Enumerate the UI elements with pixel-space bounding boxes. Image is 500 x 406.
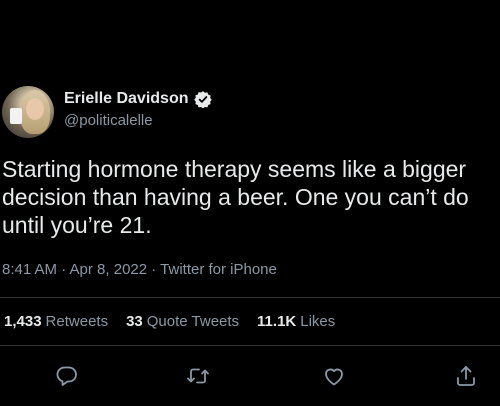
divider [0, 297, 500, 298]
likes-label: Likes [300, 313, 336, 330]
retweet-icon [187, 368, 209, 384]
quotes-count: 33 [126, 313, 143, 330]
author-name[interactable]: Erielle Davidson [64, 90, 189, 108]
author-name-row: Erielle Davidson [64, 88, 212, 110]
avatar-face [26, 98, 44, 120]
divider [0, 345, 500, 346]
share-icon [457, 366, 475, 386]
quotes-stat[interactable]: 33 Quote Tweets [126, 313, 239, 330]
share-button[interactable] [452, 362, 480, 390]
action-bar [0, 362, 500, 390]
tweet-stats: 1,433 Retweets 33 Quote Tweets 11.1K Likes [4, 313, 353, 330]
tweet-meta[interactable]: 8:41 AM · Apr 8, 2022 · Twitter for iPho… [2, 261, 277, 278]
tweet-card: Erielle Davidson @politicalelle Starting… [0, 0, 500, 406]
quotes-label: Quote Tweets [146, 313, 240, 330]
avatar[interactable] [2, 86, 54, 138]
avatar-cup [10, 108, 22, 124]
reply-icon [56, 366, 77, 386]
reply-button[interactable] [53, 362, 81, 390]
tweet-text: Starting hormone therapy seems like a bi… [2, 156, 469, 238]
retweets-stat[interactable]: 1,433 Retweets [4, 313, 108, 330]
verified-badge-icon [193, 90, 212, 108]
like-icon [325, 368, 343, 386]
retweets-count: 1,433 [4, 313, 42, 330]
likes-count: 11.1K [257, 313, 297, 330]
retweets-label: Retweets [45, 313, 109, 330]
retweet-button[interactable] [184, 362, 212, 390]
likes-stat[interactable]: 11.1K Likes [257, 313, 335, 330]
like-button[interactable] [320, 362, 348, 390]
author-handle[interactable]: @politicalelle [64, 112, 153, 129]
